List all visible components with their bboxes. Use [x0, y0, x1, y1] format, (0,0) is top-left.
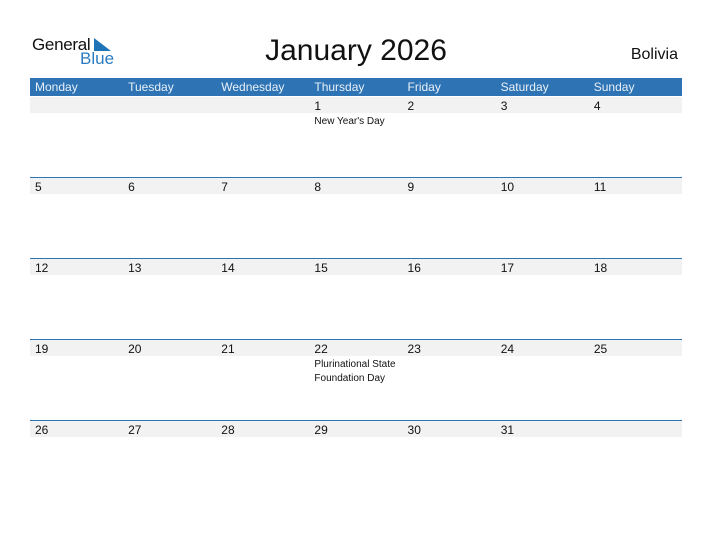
day-cell: 8 — [309, 178, 402, 258]
day-cell: 7 — [216, 178, 309, 258]
day-cell: 24 — [496, 340, 589, 420]
day-cell: 15 — [309, 259, 402, 339]
day-number: 19 — [35, 342, 49, 356]
weekday-saturday: Saturday — [500, 80, 549, 94]
day-cell — [30, 97, 123, 177]
day-number: 24 — [500, 342, 515, 356]
day-number: 7 — [221, 180, 228, 194]
week-row: 12 13 14 15 16 17 18 — [30, 258, 682, 339]
day-cell: 27 — [123, 421, 216, 501]
country-label: Bolivia — [630, 46, 678, 63]
week-row: 26 27 28 29 30 31 — [30, 420, 682, 501]
day-number: 27 — [128, 423, 142, 437]
day-number: 16 — [407, 261, 421, 275]
day-cell: 21 — [216, 340, 309, 420]
calendar-title: January 2026 — [265, 34, 447, 67]
day-cell: 17 — [496, 259, 589, 339]
day-number: 1 — [314, 99, 322, 113]
day-cell: 4 — [589, 97, 682, 177]
day-cell — [216, 97, 309, 177]
day-cell: 30 — [403, 421, 496, 501]
day-number: 18 — [593, 261, 608, 275]
weekday-wednesday: Wednesday — [221, 80, 285, 94]
day-cell: 14 — [216, 259, 309, 339]
day-cell: 2 — [403, 97, 496, 177]
day-number: 23 — [407, 342, 421, 356]
day-number: 26 — [35, 423, 49, 437]
day-cell: 13 — [123, 259, 216, 339]
day-number: 31 — [500, 423, 515, 437]
day-number: 30 — [407, 423, 421, 437]
day-number: 12 — [35, 261, 49, 275]
day-cell: 18 — [589, 259, 682, 339]
weekday-header: Monday Tuesday Wednesday Thursday Friday… — [30, 78, 682, 96]
day-number: 20 — [128, 342, 142, 356]
day-cell: 16 — [403, 259, 496, 339]
day-cell: 11 — [589, 178, 682, 258]
weekday-friday: Friday — [407, 80, 441, 94]
day-number: 13 — [128, 261, 142, 275]
day-number: 8 — [314, 180, 322, 194]
day-number: 9 — [407, 180, 415, 194]
day-cell: 22 Plurinational State Foundation Day — [309, 340, 402, 420]
day-number: 28 — [221, 423, 235, 437]
day-cell — [589, 421, 682, 501]
day-number: 6 — [128, 180, 135, 194]
week-row: 19 20 21 22 Plurinational State Foundation D… — [30, 339, 682, 420]
day-cell: 31 — [496, 421, 589, 501]
day-cell: 9 — [403, 178, 496, 258]
day-cell — [123, 97, 216, 177]
weekday-thursday: Thursday — [314, 80, 365, 94]
day-cell: 20 — [123, 340, 216, 420]
day-number: 29 — [314, 423, 328, 437]
day-number: 22 — [314, 342, 328, 356]
day-cell: 6 — [123, 178, 216, 258]
day-cell: 3 — [496, 97, 589, 177]
weekday-sunday: Sunday — [593, 80, 635, 94]
day-number: 14 — [221, 261, 235, 275]
day-cell: 1 New Year's Day — [309, 97, 402, 177]
day-cell: 29 — [309, 421, 402, 501]
day-number: 3 — [500, 99, 508, 113]
day-cell: 19 — [30, 340, 123, 420]
day-cell: 23 — [403, 340, 496, 420]
day-number: 5 — [35, 180, 42, 194]
day-cell: 5 — [30, 178, 123, 258]
day-number: 15 — [314, 261, 328, 275]
weekday-tuesday: Tuesday — [128, 80, 174, 94]
day-cell: 10 — [496, 178, 589, 258]
holiday-label: Plurinational State Foundation Day — [314, 359, 396, 384]
weekday-monday: Monday — [35, 80, 78, 94]
day-number: 11 — [593, 180, 607, 194]
day-number: 25 — [593, 342, 608, 356]
week-row: 5 6 7 8 9 10 11 — [30, 177, 682, 258]
day-cell: 28 — [216, 421, 309, 501]
day-number: 10 — [500, 180, 515, 194]
day-number: 2 — [407, 99, 415, 113]
day-number: 4 — [593, 99, 601, 113]
day-number: 21 — [221, 342, 235, 356]
week-row: 1 New Year's Day 2 3 4 — [30, 96, 682, 177]
holiday-label: New Year's Day — [314, 116, 385, 127]
day-cell: 12 — [30, 259, 123, 339]
day-number: 17 — [500, 261, 515, 275]
day-cell: 25 — [589, 340, 682, 420]
day-cell: 26 — [30, 421, 123, 501]
